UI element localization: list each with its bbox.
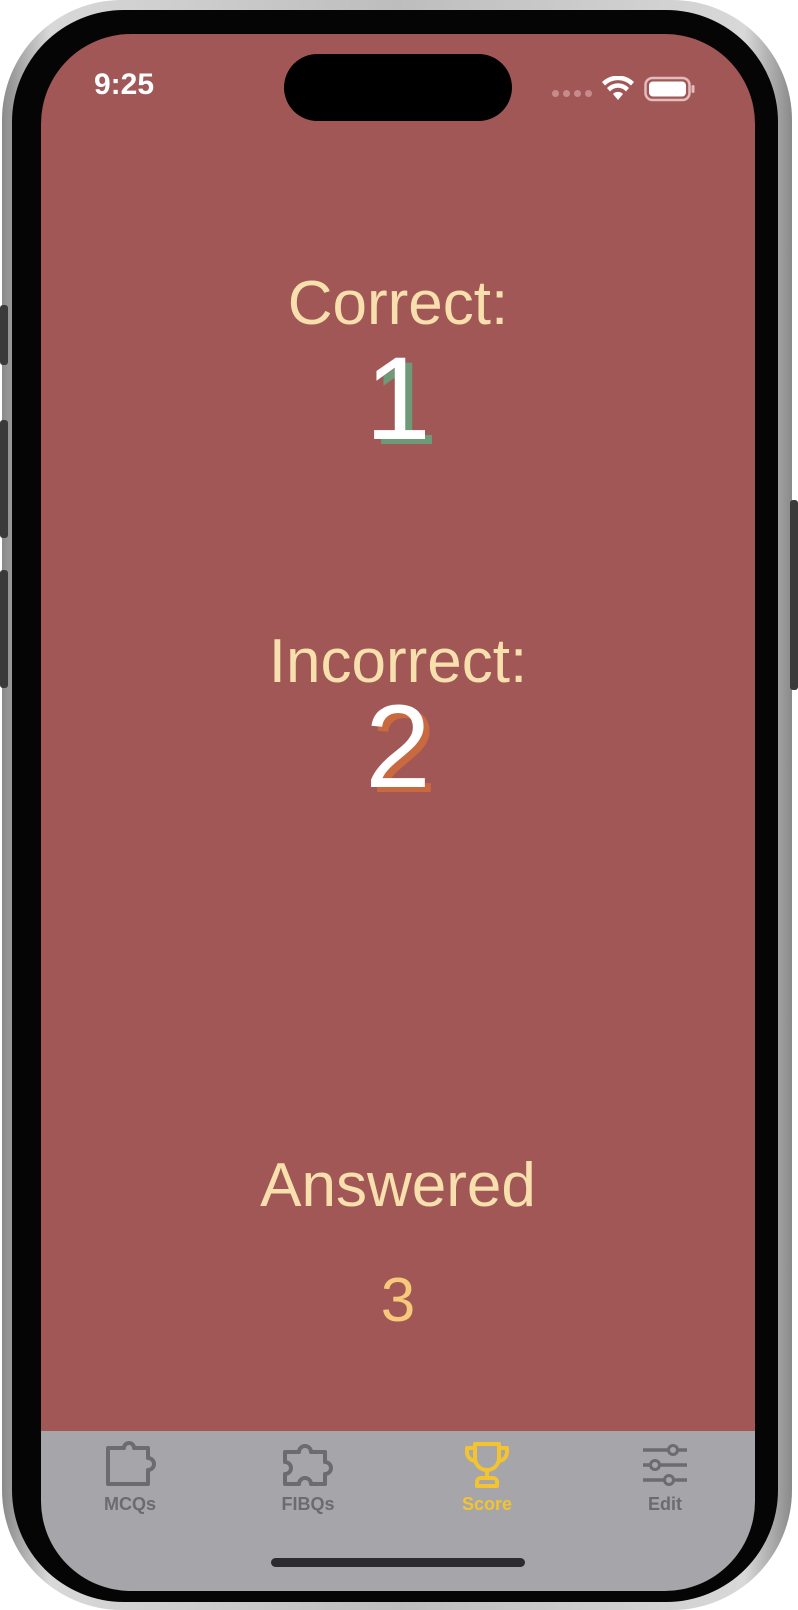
- signal-dots-icon: [552, 90, 592, 97]
- tab-edit[interactable]: Edit: [600, 1440, 730, 1530]
- correct-count: 1: [365, 333, 431, 465]
- volume-up-button: [0, 420, 8, 538]
- dynamic-island: [284, 54, 512, 121]
- wifi-icon: [602, 76, 634, 100]
- tab-score[interactable]: Score: [422, 1440, 552, 1530]
- power-button: [790, 500, 798, 690]
- home-indicator[interactable]: [271, 1558, 525, 1567]
- battery-icon: [644, 76, 695, 102]
- volume-down-button: [0, 570, 8, 688]
- tab-label-fibqs: FIBQs: [281, 1494, 335, 1514]
- puzzle-icon: [283, 1444, 333, 1486]
- tab-label-edit: Edit: [648, 1494, 682, 1514]
- answered-label: Answered: [260, 1151, 536, 1220]
- tab-label-mcqs: MCQs: [103, 1494, 156, 1514]
- status-indicators: [552, 76, 702, 106]
- tab-mcqs[interactable]: MCQs: [65, 1440, 195, 1530]
- tab-fibqs[interactable]: FIBQs: [243, 1440, 373, 1530]
- incorrect-count: 2: [365, 681, 431, 813]
- answered-count: 3: [380, 1266, 416, 1335]
- correct-label: Correct:: [287, 269, 509, 338]
- status-time: 9:25: [94, 68, 155, 101]
- sliders-icon: [643, 1444, 687, 1486]
- action-button: [0, 305, 8, 365]
- trophy-icon: [465, 1442, 509, 1488]
- puzzle-piece-icon: [106, 1441, 156, 1486]
- tab-label-score: Score: [461, 1494, 513, 1514]
